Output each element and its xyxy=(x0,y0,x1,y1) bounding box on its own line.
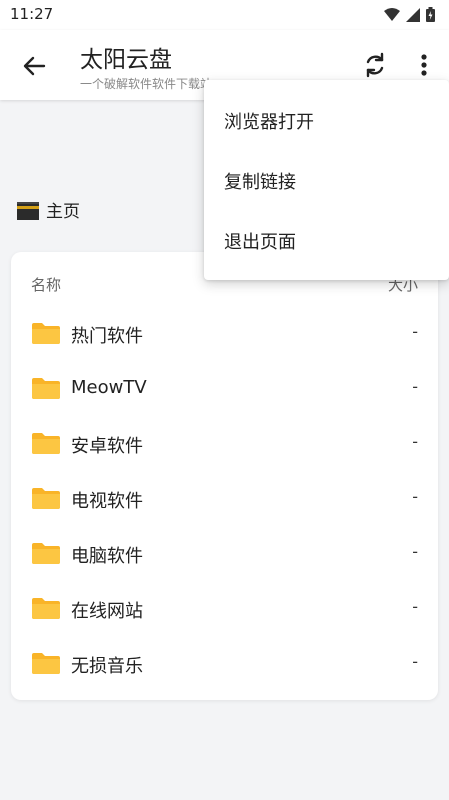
file-row[interactable]: 在线网站 - xyxy=(11,583,438,638)
back-arrow-icon[interactable] xyxy=(18,50,50,82)
menu-item-label: 复制链接 xyxy=(224,172,296,193)
app-subtitle: 一个破解软件软件下载站 xyxy=(80,77,213,91)
file-size: - xyxy=(412,652,418,671)
file-size: - xyxy=(412,322,418,341)
menu-item-label: 退出页面 xyxy=(224,232,296,253)
file-size: - xyxy=(412,377,418,396)
file-name: 无损音乐 xyxy=(71,656,143,677)
file-size: - xyxy=(412,432,418,451)
menu-item-copy-link[interactable]: 复制链接 xyxy=(204,150,449,210)
folder-icon xyxy=(32,433,60,454)
folder-icon xyxy=(32,323,60,344)
file-name: 安卓软件 xyxy=(71,436,143,457)
wifi-icon xyxy=(384,7,400,21)
status-icons xyxy=(384,7,435,22)
refresh-icon[interactable] xyxy=(360,50,390,80)
file-row[interactable]: 安卓软件 - xyxy=(11,418,438,473)
column-name-header[interactable]: 名称 xyxy=(31,274,61,295)
more-vert-icon[interactable] xyxy=(412,50,436,80)
status-time: 11:27 xyxy=(10,5,54,23)
file-row[interactable]: MeowTV - xyxy=(11,363,438,418)
battery-icon xyxy=(426,7,435,22)
file-row[interactable]: 无损音乐 - xyxy=(11,638,438,693)
file-name: 电脑软件 xyxy=(71,546,143,567)
menu-item-open-in-browser[interactable]: 浏览器打开 xyxy=(204,90,449,150)
menu-item-exit-page[interactable]: 退出页面 xyxy=(204,210,449,270)
file-row[interactable]: 电脑软件 - xyxy=(11,528,438,583)
menu-item-label: 浏览器打开 xyxy=(224,112,314,133)
file-size: - xyxy=(412,597,418,616)
overflow-menu: 浏览器打开 复制链接 退出页面 xyxy=(204,80,449,280)
file-name: 电视软件 xyxy=(71,491,143,512)
file-list: 名称 大小 热门软件 - MeowTV - 安卓软件 - 电视软件 - 电脑软件 - 在线网站 - 无损… xyxy=(11,252,438,700)
file-name: 热门软件 xyxy=(71,326,143,347)
app-title: 太阳云盘 xyxy=(80,47,172,73)
status-bar: 11:27 xyxy=(0,0,449,30)
file-name: 在线网站 xyxy=(71,601,143,622)
file-size: - xyxy=(412,542,418,561)
file-row[interactable]: 电视软件 - xyxy=(11,473,438,528)
folder-icon xyxy=(32,543,60,564)
folder-icon xyxy=(32,378,60,399)
kaaba-icon xyxy=(17,201,39,220)
file-name: MeowTV xyxy=(71,377,147,398)
folder-icon xyxy=(32,488,60,509)
folder-icon xyxy=(32,598,60,619)
folder-icon xyxy=(32,653,60,674)
breadcrumb-label: 主页 xyxy=(46,202,80,222)
file-row[interactable]: 热门软件 - xyxy=(11,308,438,363)
file-size: - xyxy=(412,487,418,506)
breadcrumb[interactable]: 主页 xyxy=(16,197,80,222)
signal-icon xyxy=(406,7,420,22)
